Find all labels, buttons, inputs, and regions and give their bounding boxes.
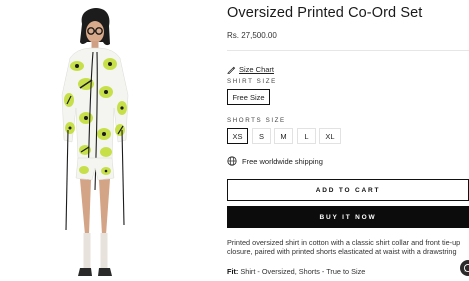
shorts-size-option-s[interactable]: S (252, 128, 271, 144)
shorts-size-option-l[interactable]: L (297, 128, 316, 144)
fit-label: Fit: (227, 267, 239, 276)
left-sock (83, 233, 91, 269)
product-price: Rs. 27,500.00 (227, 31, 277, 40)
fit-text: Shirt - Oversized, Shorts - True to Size (240, 267, 366, 276)
right-shoe (98, 268, 112, 276)
size-chart-link[interactable]: Size Chart (227, 65, 274, 74)
shipping-info: Free worldwide shipping (227, 156, 323, 166)
globe-icon (227, 156, 237, 166)
add-to-cart-button[interactable]: ADD TO CART (227, 179, 469, 201)
buy-now-button[interactable]: BUY IT NOW (227, 206, 469, 228)
ruler-pencil-icon (227, 66, 236, 74)
whatsapp-chat-button[interactable] (460, 260, 469, 276)
product-image[interactable] (40, 0, 150, 281)
shorts-size-label: SHORTS SIZE (227, 117, 286, 124)
product-info-panel: Oversized Printed Co-Ord Set Rs. 27,500.… (227, 0, 469, 281)
shipping-text: Free worldwide shipping (242, 156, 323, 166)
divider (227, 50, 469, 51)
product-description: Printed oversized shirt in cotton with a… (227, 238, 461, 257)
whatsapp-icon (463, 263, 469, 273)
size-chart-label: Size Chart (239, 65, 275, 74)
shirt-size-option-free-size[interactable]: Free Size (227, 89, 270, 105)
fit-info: Fit: Shirt - Oversized, Shorts - True to… (227, 267, 365, 276)
shorts-size-option-xl[interactable]: XL (319, 128, 341, 144)
shorts-size-option-m[interactable]: M (274, 128, 293, 144)
shirt-size-label: SHIRT SIZE (227, 78, 277, 85)
shorts-size-option-xs[interactable]: XS (227, 128, 248, 144)
product-title: Oversized Printed Co-Ord Set (227, 5, 423, 21)
right-sock (100, 233, 108, 269)
left-shoe (78, 268, 92, 276)
